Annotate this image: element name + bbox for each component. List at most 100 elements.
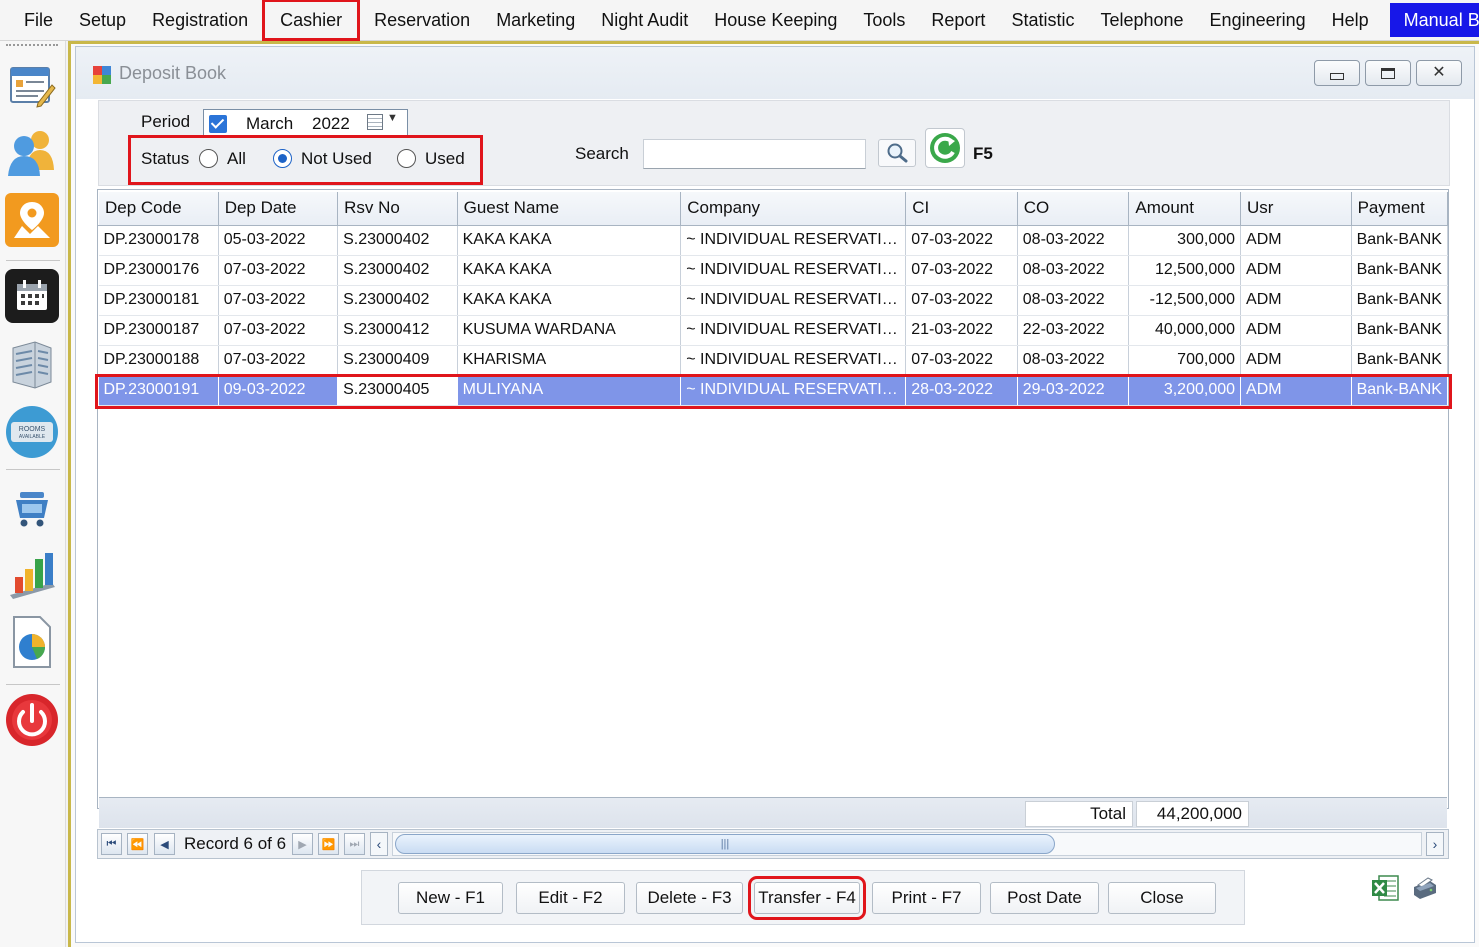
col-usr[interactable]: Usr — [1240, 192, 1352, 226]
cell-company[interactable]: ~ INDIVIDUAL RESERVATI… — [680, 225, 907, 256]
menu-statistic[interactable]: Statistic — [998, 3, 1087, 37]
transfer-button[interactable]: Transfer - F4 — [748, 876, 866, 920]
menu-engineering[interactable]: Engineering — [1197, 3, 1319, 37]
table-row[interactable]: DP.23000188 07-03-2022 S.23000409 KHARISMA ~… — [98, 345, 1449, 376]
cell-usr[interactable]: ADM — [1240, 255, 1352, 286]
cell-ci[interactable]: 07-03-2022 — [905, 255, 1018, 286]
scroll-right-button[interactable]: › — [1426, 832, 1444, 856]
col-ci[interactable]: CI — [905, 192, 1018, 226]
cell-rsv-no[interactable]: S.23000405 — [337, 375, 458, 406]
delete-button[interactable]: Delete - F3 — [636, 882, 743, 914]
chart-icon[interactable] — [5, 547, 59, 601]
cell-dep-code[interactable]: DP.23000176 — [98, 255, 219, 286]
cell-company[interactable]: ~ INDIVIDUAL RESERVATI… — [680, 345, 907, 376]
cell-payment[interactable]: Bank-BANK — [1351, 375, 1449, 406]
col-co[interactable]: CO — [1016, 192, 1130, 226]
col-dep-code[interactable]: Dep Code — [98, 192, 219, 226]
search-button[interactable] — [878, 139, 916, 167]
cell-ci[interactable]: 28-03-2022 — [905, 375, 1018, 406]
cell-guest-name[interactable]: KAKA KAKA — [457, 255, 682, 286]
cell-dep-date[interactable]: 07-03-2022 — [218, 255, 339, 286]
cell-company[interactable]: ~ INDIVIDUAL RESERVATI… — [680, 285, 907, 316]
menu-reservation[interactable]: Reservation — [361, 3, 483, 37]
cell-company[interactable]: ~ INDIVIDUAL RESERVATI… — [680, 375, 907, 406]
cell-dep-code[interactable]: DP.23000181 — [98, 285, 219, 316]
cell-ci[interactable]: 21-03-2022 — [905, 315, 1018, 346]
horizontal-scrollbar[interactable]: ||| — [392, 832, 1422, 856]
col-rsv-no[interactable]: Rsv No — [337, 192, 458, 226]
print-button[interactable]: Print - F7 — [872, 882, 981, 914]
menu-night-audit[interactable]: Night Audit — [588, 3, 701, 37]
col-amount[interactable]: Amount — [1128, 192, 1242, 226]
map-icon[interactable] — [5, 193, 59, 247]
cell-dep-code[interactable]: DP.23000188 — [98, 345, 219, 376]
status-all-radio[interactable] — [199, 149, 218, 168]
search-input[interactable] — [643, 139, 866, 169]
calendar-dropdown-icon[interactable] — [367, 114, 383, 130]
minimize-button[interactable] — [1314, 60, 1360, 86]
table-row[interactable]: DP.23000191 09-03-2022 S.23000405 MULIYANA ~… — [98, 375, 1449, 406]
table-row[interactable]: DP.23000187 07-03-2022 S.23000412 KUSUMA WA… — [98, 315, 1449, 346]
cell-guest-name[interactable]: KAKA KAKA — [457, 285, 682, 316]
next-page-button[interactable]: ⏩ — [318, 833, 339, 855]
cell-dep-date[interactable]: 07-03-2022 — [218, 285, 339, 316]
cell-payment[interactable]: Bank-BANK — [1351, 225, 1449, 256]
printer-icon[interactable] — [1410, 875, 1438, 906]
cell-ci[interactable]: 07-03-2022 — [905, 285, 1018, 316]
table-row[interactable]: DP.23000178 05-03-2022 S.23000402 KAKA KAKA… — [98, 225, 1449, 256]
cell-dep-code[interactable]: DP.23000187 — [98, 315, 219, 346]
status-not-used-radio[interactable] — [273, 149, 292, 168]
rooms-available-icon[interactable]: ROOMS AVAILABLE — [5, 405, 59, 459]
cell-payment[interactable]: Bank-BANK — [1351, 345, 1449, 376]
cell-usr[interactable]: ADM — [1240, 285, 1352, 316]
post-date-button[interactable]: Post Date — [990, 882, 1099, 914]
col-payment[interactable]: Payment — [1350, 192, 1449, 226]
cell-payment[interactable]: Bank-BANK — [1351, 315, 1449, 346]
cell-dep-date[interactable]: 07-03-2022 — [218, 345, 339, 376]
menu-marketing[interactable]: Marketing — [483, 3, 588, 37]
menu-manual-book[interactable]: Manual B — [1389, 3, 1479, 37]
close-window-button[interactable]: ✕ — [1416, 60, 1462, 86]
close-button[interactable]: Close — [1108, 882, 1216, 914]
cell-ci[interactable]: 07-03-2022 — [905, 345, 1018, 376]
cell-amount[interactable]: 40,000,000 — [1128, 315, 1242, 346]
guests-icon[interactable] — [5, 125, 59, 179]
cell-amount[interactable]: 3,200,000 — [1128, 375, 1242, 406]
shop-cart-icon[interactable] — [5, 481, 59, 535]
cell-guest-name[interactable]: MULIYANA — [457, 375, 682, 406]
cell-co[interactable]: 08-03-2022 — [1017, 285, 1130, 316]
cell-guest-name[interactable]: KAKA KAKA — [457, 225, 682, 256]
table-row[interactable]: DP.23000181 07-03-2022 S.23000402 KAKA KAKA… — [98, 285, 1449, 316]
cell-rsv-no[interactable]: S.23000402 — [337, 285, 458, 316]
cell-guest-name[interactable]: KUSUMA WARDANA — [457, 315, 682, 346]
status-used-radio[interactable] — [397, 149, 416, 168]
cell-co[interactable]: 29-03-2022 — [1017, 375, 1130, 406]
cell-dep-date[interactable]: 07-03-2022 — [218, 315, 339, 346]
menu-tools[interactable]: Tools — [850, 3, 918, 37]
cell-usr[interactable]: ADM — [1240, 345, 1352, 376]
cell-ci[interactable]: 07-03-2022 — [905, 225, 1018, 256]
cell-rsv-no[interactable]: S.23000402 — [337, 255, 458, 286]
edit-button[interactable]: Edit - F2 — [516, 882, 625, 914]
status-all-label[interactable]: All — [227, 149, 246, 169]
cell-dep-code[interactable]: DP.23000191 — [98, 375, 219, 406]
table-row[interactable]: DP.23000176 07-03-2022 S.23000402 KAKA KAKA… — [98, 255, 1449, 286]
cell-rsv-no[interactable]: S.23000412 — [337, 315, 458, 346]
scroll-left-button[interactable]: ‹ — [370, 832, 388, 856]
menu-setup[interactable]: Setup — [66, 3, 139, 37]
status-used-label[interactable]: Used — [425, 149, 465, 169]
menu-cashier[interactable]: Cashier — [262, 0, 361, 41]
cell-company[interactable]: ~ INDIVIDUAL RESERVATI… — [680, 255, 907, 286]
cell-amount[interactable]: 12,500,000 — [1128, 255, 1242, 286]
next-record-button[interactable]: ▶ — [292, 833, 313, 855]
cell-rsv-no[interactable]: S.23000409 — [337, 345, 458, 376]
cell-amount[interactable]: -12,500,000 — [1128, 285, 1242, 316]
registration-icon[interactable] — [5, 59, 59, 113]
cell-co[interactable]: 08-03-2022 — [1017, 225, 1130, 256]
menu-telephone[interactable]: Telephone — [1087, 3, 1196, 37]
menu-house-keeping[interactable]: House Keeping — [701, 3, 850, 37]
calendar-icon[interactable] — [5, 269, 59, 323]
cell-co[interactable]: 08-03-2022 — [1017, 255, 1130, 286]
cell-company[interactable]: ~ INDIVIDUAL RESERVATI… — [680, 315, 907, 346]
cell-payment[interactable]: Bank-BANK — [1351, 255, 1449, 286]
